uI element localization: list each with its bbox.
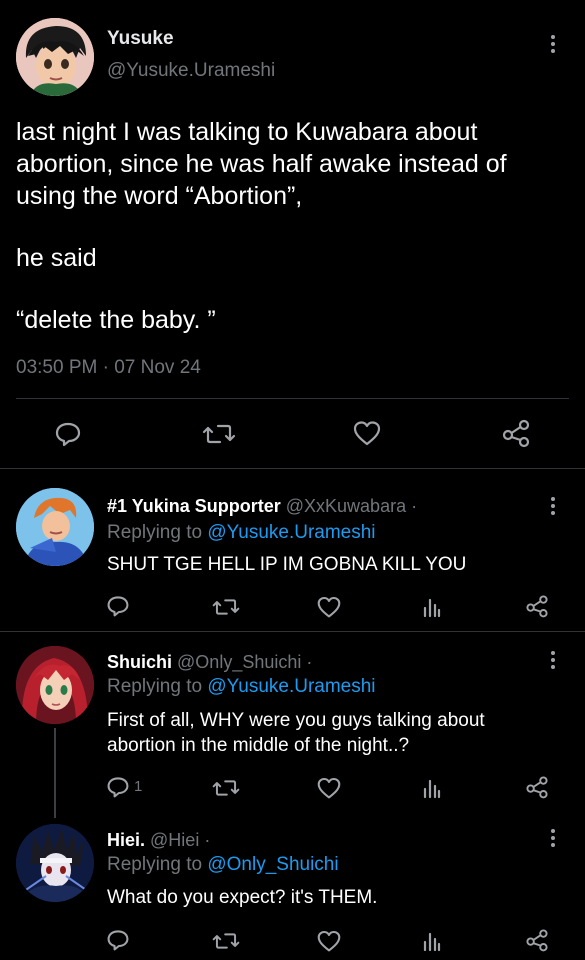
heart-icon[interactable] (316, 929, 342, 953)
heart-icon[interactable] (316, 595, 342, 619)
mention-link[interactable]: @Only_Shuichi (207, 854, 338, 875)
replying-prefix: Replying to (107, 676, 208, 697)
reply-tweet: Hiei. @Hiei · Replying to @Only_Shuichi … (0, 810, 585, 960)
mention-link[interactable]: @Yusuke.Urameshi (207, 676, 375, 697)
avatar-shuichi[interactable] (16, 646, 94, 724)
tweet-line: abortion, since he was half awake instea… (16, 150, 507, 178)
author-handle[interactable]: @Only_Shuichi · (177, 652, 312, 672)
more-options-icon[interactable] (543, 494, 563, 524)
reply-tweet: Shuichi @Only_Shuichi · Replying to @Yus… (0, 632, 585, 818)
replying-prefix: Replying to (107, 522, 208, 543)
replying-prefix: Replying to (107, 854, 208, 875)
avatar-hiei[interactable] (16, 824, 94, 902)
tweet-timestamp: 03:50 PM · 07 Nov 24 (16, 357, 201, 378)
share-icon[interactable] (524, 594, 550, 618)
reply-header: Shuichi @Only_Shuichi · (107, 652, 312, 673)
comment-icon[interactable] (106, 594, 130, 618)
reply-text: First of all, WHY were you guys talking … (107, 708, 547, 758)
author-name[interactable]: Shuichi (107, 652, 172, 672)
share-icon[interactable] (500, 418, 532, 448)
share-icon[interactable] (524, 928, 550, 952)
replying-to: Replying to @Yusuke.Urameshi (107, 522, 376, 544)
divider (0, 468, 585, 469)
retweet-icon[interactable] (212, 595, 240, 619)
reply-text: SHUT TGE HELL IP IM GOBNA KILL YOU (107, 554, 467, 575)
author-name[interactable]: Hiei. (107, 830, 145, 850)
reply-text-line: abortion in the middle of the night..? (107, 735, 410, 756)
reply-text-line: First of all, WHY were you guys talking … (107, 710, 485, 731)
main-tweet: Yusuke @Yusuke.Urameshi last night I was… (0, 0, 585, 470)
analytics-icon[interactable] (422, 596, 442, 618)
mention-link[interactable]: @Yusuke.Urameshi (207, 522, 375, 543)
tweet-line: last night I was talking to Kuwabara abo… (16, 118, 478, 146)
heart-icon[interactable] (352, 419, 382, 447)
author-name[interactable]: Yusuke (107, 28, 174, 50)
reply-count: 1 (134, 778, 143, 795)
share-icon[interactable] (524, 775, 550, 799)
retweet-icon[interactable] (212, 776, 240, 800)
retweet-icon[interactable] (202, 420, 236, 448)
avatar-yusuke[interactable] (16, 18, 94, 96)
reply-tweet: #1 Yukina Supporter @XxKuwabara · Replyi… (0, 470, 585, 632)
more-options-icon[interactable] (543, 32, 563, 62)
tweet-line: he said (16, 244, 97, 272)
comment-icon[interactable] (106, 775, 130, 799)
author-handle[interactable]: @Yusuke.Urameshi (107, 60, 275, 82)
avatar-kuwabara[interactable] (16, 488, 94, 566)
author-handle[interactable]: @Hiei · (150, 830, 210, 850)
reply-header: Hiei. @Hiei · (107, 830, 210, 851)
analytics-icon[interactable] (422, 930, 442, 952)
tweet-line: using the word “Abortion”, (16, 182, 303, 210)
more-options-icon[interactable] (543, 826, 563, 856)
replying-to: Replying to @Yusuke.Urameshi (107, 676, 376, 698)
tweet-line: “delete the baby. ” (16, 306, 216, 334)
divider (16, 398, 569, 399)
comment-icon[interactable] (106, 928, 130, 952)
author-name[interactable]: #1 Yukina Supporter (107, 496, 281, 516)
reply-header: #1 Yukina Supporter @XxKuwabara · (107, 496, 417, 517)
tweet-body: last night I was talking to Kuwabara abo… (16, 116, 571, 336)
heart-icon[interactable] (316, 776, 342, 800)
retweet-icon[interactable] (212, 929, 240, 953)
author-handle[interactable]: @XxKuwabara · (286, 496, 417, 516)
more-options-icon[interactable] (543, 648, 563, 678)
comment-icon[interactable] (54, 420, 82, 448)
replying-to: Replying to @Only_Shuichi (107, 854, 339, 876)
analytics-icon[interactable] (422, 777, 442, 799)
thread-line (54, 728, 56, 818)
reply-text: What do you expect? it's THEM. (107, 887, 378, 908)
